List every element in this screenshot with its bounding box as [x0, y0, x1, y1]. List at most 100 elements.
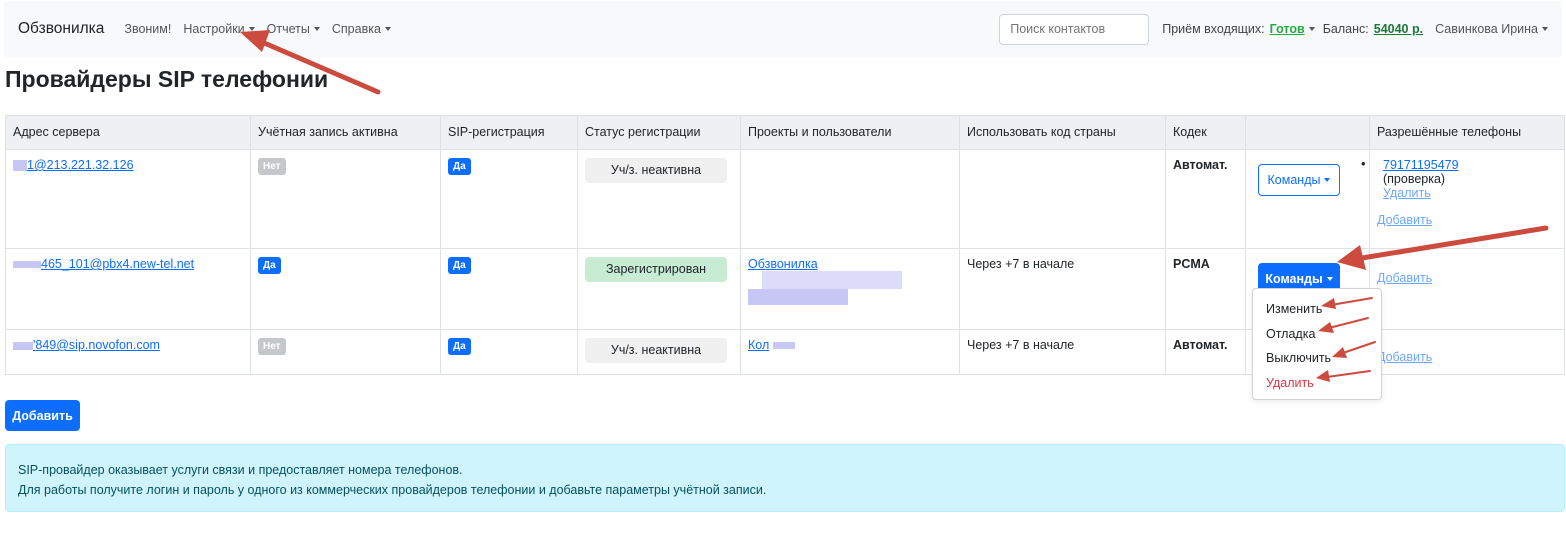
caret-down-icon	[248, 27, 255, 31]
redacted-text	[13, 160, 27, 172]
reg-status-cell: Зарегистрирован	[577, 248, 741, 330]
commands-label: Команды	[1265, 272, 1323, 286]
caret-down-icon	[1324, 178, 1331, 182]
country-code-cell: Через +7 в начале	[959, 248, 1166, 330]
redacted-text	[748, 289, 848, 305]
registration-status: Уч/з. неактивна	[585, 338, 727, 363]
nav-link-reports-label: Отчеты	[266, 22, 310, 36]
column-header: Проекты и пользователи	[740, 115, 960, 150]
add-phone-link[interactable]: Добавить	[1377, 350, 1432, 364]
commands-button[interactable]: Команды	[1258, 164, 1340, 196]
column-header: Использовать код страны	[959, 115, 1166, 150]
server-link[interactable]: 465_101@pbx4.new-tel.net	[41, 257, 194, 271]
registration-status: Зарегистрирован	[585, 257, 727, 282]
caret-down-icon	[313, 27, 320, 31]
page-title: Провайдеры SIP телефонии	[5, 66, 329, 92]
sip-reg-cell: Да	[440, 329, 578, 375]
sip-reg-cell: Да	[440, 248, 578, 330]
server-link[interactable]: 1@213.221.32.126	[27, 158, 134, 172]
caret-down-icon	[1326, 277, 1333, 281]
active-cell: Нет	[250, 149, 441, 249]
server-cell: 1@213.221.32.126	[5, 149, 251, 249]
commands-dropdown-menu: Изменить Отладка Выключить Удалить	[1252, 288, 1382, 400]
menu-item-delete[interactable]: Удалить	[1253, 371, 1381, 396]
nav-link-help[interactable]: Справка	[332, 22, 391, 36]
column-header: Кодек	[1165, 115, 1246, 150]
status-badge: Да	[448, 338, 471, 355]
balance-label: Баланс:	[1322, 22, 1369, 36]
column-header: Учётная запись активна	[250, 115, 441, 150]
server-cell: 465_101@pbx4.new-tel.net	[5, 248, 251, 330]
registration-status: Уч/з. неактивна	[585, 158, 727, 183]
nav-link-call[interactable]: Звоним!	[124, 22, 171, 36]
table-header-row: Адрес сервера Учётная запись активна SIP…	[5, 115, 1565, 150]
menu-item-disable[interactable]: Выключить	[1253, 346, 1381, 371]
search-input[interactable]	[999, 13, 1150, 45]
nav-link-call-label: Звоним!	[124, 22, 172, 36]
codec-cell: Автомат.	[1165, 149, 1246, 249]
sip-reg-cell: Да	[440, 149, 578, 249]
country-code-cell	[959, 149, 1166, 249]
phones-cell: Добавить	[1369, 248, 1565, 330]
info-alert: SIP-провайдер оказывает услуги связи и п…	[5, 444, 1565, 512]
status-badge: Нет	[258, 158, 286, 175]
user-name: Савинкова Ирина	[1435, 22, 1538, 36]
status-badge: Нет	[258, 338, 286, 355]
column-header	[1245, 115, 1370, 150]
add-phone-link[interactable]: Добавить	[1377, 271, 1432, 285]
commands-cell: Команды	[1245, 149, 1370, 249]
projects-cell: Обзвонилка	[740, 248, 960, 330]
projects-cell	[740, 149, 960, 249]
phones-cell: 79171195479 (проверка) Удалить Добавить	[1369, 149, 1565, 249]
phone-link[interactable]: 79171195479	[1383, 158, 1459, 172]
status-badge: Да	[448, 257, 471, 274]
projects-cell: Кол	[740, 329, 960, 375]
caret-down-icon	[384, 27, 391, 31]
delete-phone-link[interactable]: Удалить	[1383, 186, 1431, 200]
redacted-text	[13, 261, 41, 269]
phone-note: (проверка)	[1383, 172, 1446, 186]
status-badge: Да	[448, 158, 471, 175]
info-line: SIP-провайдер оказывает услуги связи и п…	[18, 463, 463, 477]
column-header: SIP-регистрация	[440, 115, 578, 150]
active-cell: Нет	[250, 329, 441, 375]
redacted-text	[773, 342, 796, 350]
menu-item-edit[interactable]: Изменить	[1253, 297, 1381, 322]
nav-link-settings-label: Настройки	[183, 22, 245, 36]
redacted-text	[762, 271, 902, 289]
incoming-status-dropdown[interactable]: Готов	[1270, 22, 1305, 36]
column-header: Адрес сервера	[5, 115, 251, 150]
codec-cell: PCMA	[1165, 248, 1246, 330]
commands-label: Команды	[1267, 173, 1321, 187]
user-menu[interactable]: Савинкова Ирина	[1435, 22, 1548, 36]
active-cell: Да	[250, 248, 441, 330]
phone-list: 79171195479 (проверка) Удалить	[1377, 158, 1557, 200]
reg-status-cell: Уч/з. неактивна	[577, 149, 741, 249]
brand-logo[interactable]: Обзвонилка	[18, 20, 104, 38]
nav-link-help-label: Справка	[331, 22, 381, 36]
nav-link-settings[interactable]: Настройки	[183, 22, 255, 36]
server-cell: '849@sip.novofon.com	[5, 329, 251, 375]
caret-down-icon	[1542, 27, 1548, 31]
server-link[interactable]: '849@sip.novofon.com	[33, 338, 160, 352]
status-badge: Да	[258, 257, 281, 274]
redacted-text	[13, 341, 33, 350]
incoming-label: Приём входящих:	[1162, 22, 1265, 36]
reg-status-cell: Уч/з. неактивна	[577, 329, 741, 375]
balance-link[interactable]: 54040 р.	[1374, 22, 1423, 36]
list-item: 79171195479 (проверка) Удалить	[1383, 158, 1557, 200]
caret-down-icon[interactable]	[1308, 27, 1315, 31]
nav-link-reports[interactable]: Отчеты	[267, 22, 320, 36]
add-provider-button[interactable]: Добавить	[5, 400, 80, 431]
info-line: Для работы получите логин и пароль у одн…	[18, 483, 767, 497]
project-link[interactable]: Кол	[748, 338, 769, 352]
column-header: Разрешённые телефоны	[1369, 115, 1565, 150]
column-header: Статус регистрации	[577, 115, 741, 150]
project-link[interactable]: Обзвонилка	[748, 257, 818, 271]
country-code-cell: Через +7 в начале	[959, 329, 1166, 375]
table-row: 1@213.221.32.126 Нет Да Уч/з. неактивна …	[5, 149, 1565, 249]
phones-cell: Добавить	[1369, 329, 1565, 375]
codec-cell: Автомат.	[1165, 329, 1246, 375]
menu-item-debug[interactable]: Отладка	[1253, 322, 1381, 347]
add-phone-link[interactable]: Добавить	[1377, 213, 1432, 227]
